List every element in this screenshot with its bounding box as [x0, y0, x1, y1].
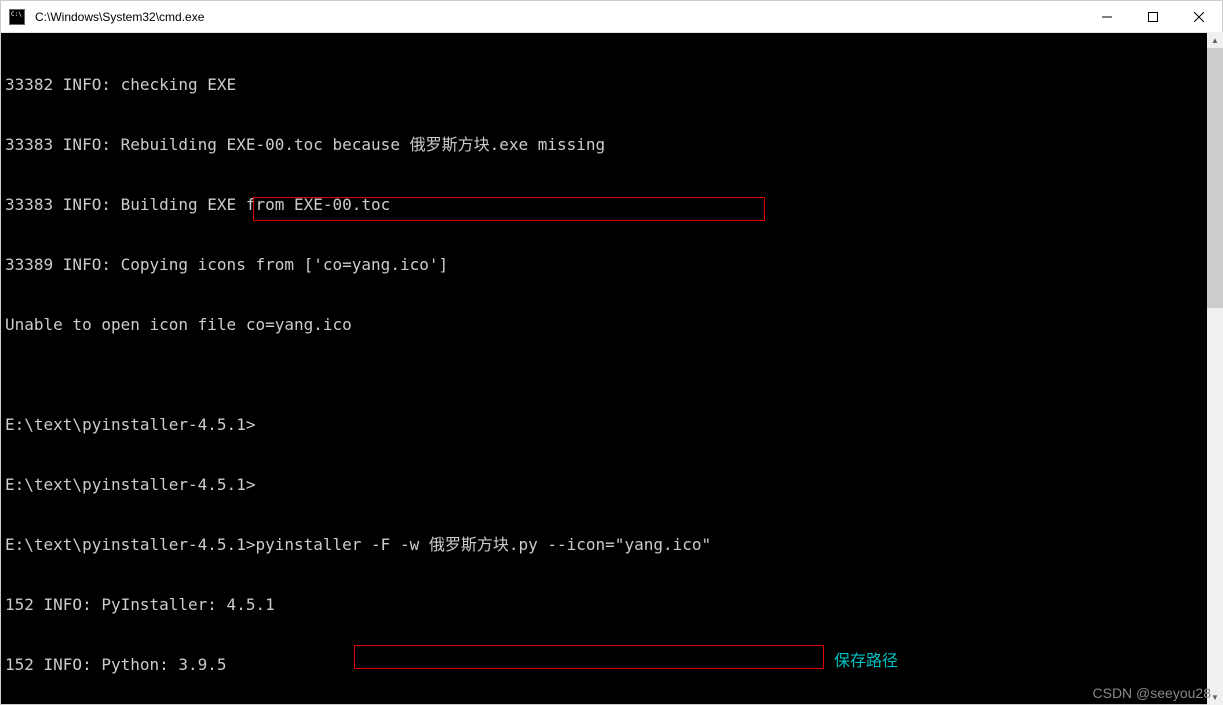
titlebar[interactable]: C:\Windows\System32\cmd.exe [1, 1, 1222, 33]
window-title: C:\Windows\System32\cmd.exe [33, 10, 1084, 24]
terminal-line: 152 INFO: Python: 3.9.5 [5, 655, 1218, 675]
terminal-line: 33389 INFO: Copying icons from ['co=yang… [5, 255, 1218, 275]
watermark-text: CSDN @seeyou28 [1093, 685, 1212, 701]
close-button[interactable] [1176, 1, 1222, 32]
terminal-line: 152 INFO: PyInstaller: 4.5.1 [5, 595, 1218, 615]
cmd-window: C:\Windows\System32\cmd.exe 33382 INFO: … [0, 0, 1223, 705]
terminal-line: 33383 INFO: Rebuilding EXE-00.toc becaus… [5, 135, 1218, 155]
minimize-button[interactable] [1084, 1, 1130, 32]
vertical-scrollbar[interactable]: ▲ ▼ [1207, 32, 1223, 705]
maximize-button[interactable] [1130, 1, 1176, 32]
terminal-line: 33382 INFO: checking EXE [5, 75, 1218, 95]
terminal-line: Unable to open icon file co=yang.ico [5, 315, 1218, 335]
scroll-up-arrow[interactable]: ▲ [1207, 32, 1223, 48]
terminal-line: E:\text\pyinstaller-4.5.1> [5, 415, 1218, 435]
terminal-line: E:\text\pyinstaller-4.5.1>pyinstaller -F… [5, 535, 1218, 555]
cmd-icon [9, 9, 25, 25]
scroll-thumb[interactable] [1207, 48, 1223, 308]
window-controls [1084, 1, 1222, 32]
terminal-line: 33383 INFO: Building EXE from EXE-00.toc [5, 195, 1218, 215]
terminal-line: E:\text\pyinstaller-4.5.1> [5, 475, 1218, 495]
annotation-save-path: 保存路径 [834, 647, 898, 671]
terminal-output[interactable]: 33382 INFO: checking EXE 33383 INFO: Reb… [1, 33, 1222, 704]
